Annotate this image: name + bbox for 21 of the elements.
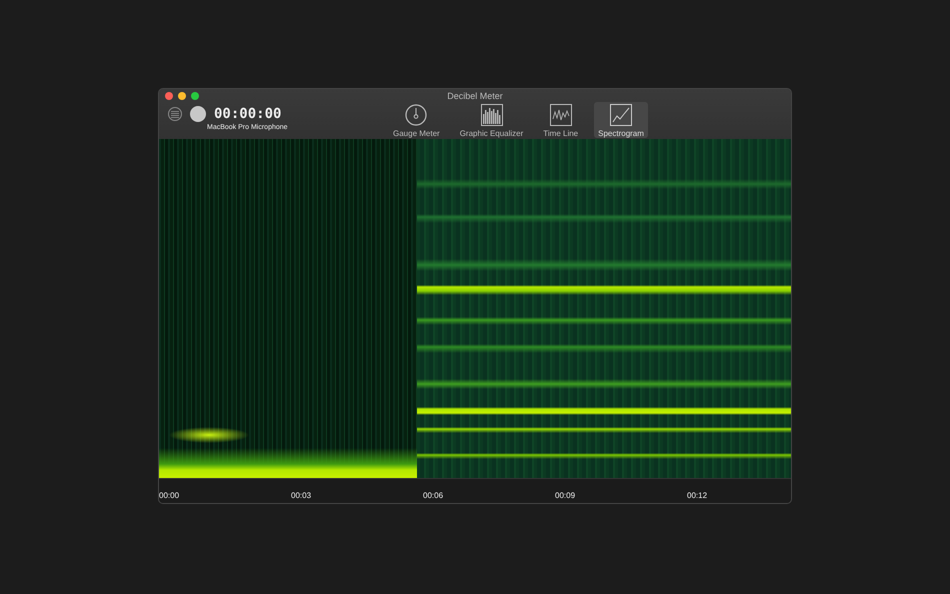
zoom-button[interactable] (191, 92, 199, 100)
close-button[interactable] (165, 92, 173, 100)
gauge-icon (405, 104, 428, 126)
menu-icon (171, 110, 179, 118)
time-label: 00:12 (687, 491, 708, 500)
toolbar-tab[interactable]: Spectrogram (594, 102, 648, 138)
line-graph-icon (610, 104, 632, 126)
minimize-button[interactable] (178, 92, 186, 100)
toolbar-tab[interactable]: Graphic Equalizer (456, 102, 528, 138)
timer-display: 00:00:00 (214, 106, 282, 122)
time-label: 00:03 (291, 491, 312, 500)
time-label: 00:00 (159, 491, 180, 500)
toolbar-tab[interactable]: Gauge Meter (389, 102, 444, 138)
window-title: Decibel Meter (447, 91, 503, 101)
equalizer-icon (480, 104, 502, 126)
time-label: 00:09 (555, 491, 576, 500)
menu-button[interactable] (168, 107, 182, 121)
record-button[interactable] (190, 106, 206, 122)
toolbar-tab[interactable]: Time Line (539, 102, 582, 138)
waveform-icon (550, 104, 572, 126)
time-label: 00:06 (423, 491, 444, 500)
